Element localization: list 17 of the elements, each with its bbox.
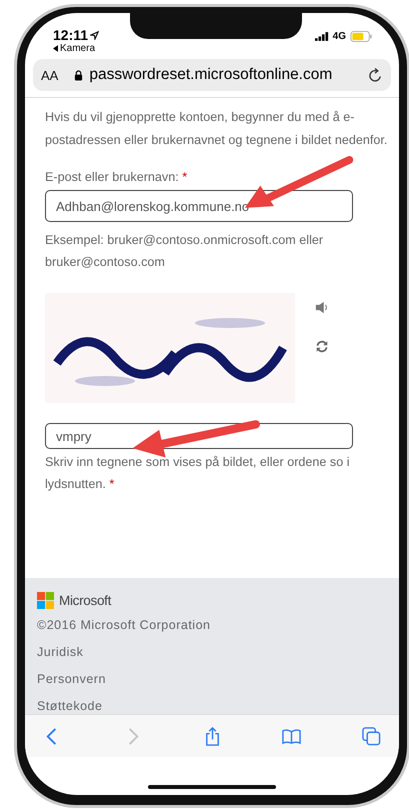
text-size-button[interactable]: AA <box>41 68 58 82</box>
footer-link[interactable]: Juridisk <box>37 645 84 659</box>
address-bar[interactable]: AA passwordreset.microsoftonline.com <box>33 59 391 91</box>
brand-name: Microsoft <box>59 593 112 608</box>
url-text: passwordreset.microsoftonline.com <box>89 66 334 84</box>
example-hint: Eksempel: bruker@contoso.onmicrosoft.com eller bruker@contoso.com <box>45 232 324 271</box>
footer-link[interactable]: Personvern <box>37 672 106 686</box>
copyright-text: ©2016 Microsoft Corporation <box>37 618 210 632</box>
instruction-text: Hvis du vil gjenopprette kontoen, begynner du med å e-postadressen eller brukernavnet og tegnene i bildet nedenfor. <box>45 109 388 149</box>
footer-link[interactable]: Støttekode <box>37 699 102 713</box>
back-to-app-link[interactable]: Kamera <box>53 43 96 54</box>
field-label: E-post eller brukernavn: <box>45 170 179 184</box>
network-type: 4G <box>332 30 346 42</box>
captcha-hint: Skriv inn tegnene som vises på bildet, eller ordene so i lydsnutten. * <box>45 454 351 493</box>
email-input-field[interactable]: Adhban@lorenskog.kommune.no <box>45 190 353 222</box>
status-time: 12:11 <box>53 27 88 43</box>
required-mark: * <box>182 170 188 184</box>
